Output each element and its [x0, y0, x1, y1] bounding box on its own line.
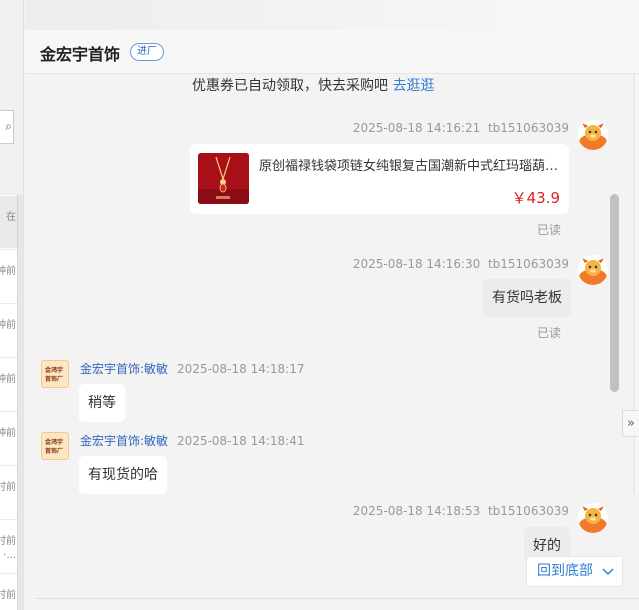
message-time: 2025-08-18 14:18:53: [352, 504, 481, 518]
conversation-list-scrollbar[interactable]: [17, 195, 23, 610]
avatar[interactable]: [578, 120, 608, 150]
message-user: tb151063039: [487, 257, 569, 271]
shop-name[interactable]: 金宏宇首饰: [40, 41, 120, 65]
shop-avatar[interactable]: 金鸿宇 首饰厂: [41, 360, 69, 388]
chevron-down-icon: [602, 557, 614, 597]
message-sender[interactable]: 金宏宇首饰:敏敏: [80, 434, 168, 448]
shop-badge[interactable]: 进厂: [130, 43, 164, 61]
avatar[interactable]: [578, 503, 608, 533]
message-time: 2025-08-18 14:16:21: [352, 121, 481, 135]
conversation-item[interactable]: 在: [0, 196, 17, 250]
message-meta: 2025-08-18 14:16:21 tb151063039: [353, 121, 569, 135]
message-sender[interactable]: 金宏宇首饰:敏敏: [80, 362, 168, 376]
shop-avatar-text: 首饰厂: [45, 448, 64, 455]
necklace-icon: [198, 153, 249, 204]
avatar[interactable]: [578, 255, 608, 285]
product-title[interactable]: 原创福禄钱袋项链女纯银复古国潮新中式红玛瑙葫芦锁...: [259, 155, 564, 174]
message-meta: 2025-08-18 14:18:53 tb151063039: [353, 504, 569, 518]
shop-avatar[interactable]: 金鸿宇 首饰厂: [41, 432, 69, 460]
chat-panel: 金宏宇首饰 进厂 优惠券已自动领取，快去采购吧 去逛逛 2025-08-18 1…: [25, 0, 639, 610]
shop-avatar-text: 金鸿宇: [45, 367, 64, 374]
message-input-area[interactable]: [25, 599, 639, 610]
message-bubble[interactable]: 有货吗老板: [483, 279, 571, 317]
conversation-preview: ·...: [3, 550, 16, 561]
back-to-bottom-button[interactable]: 回到底部: [526, 556, 623, 587]
message-user: tb151063039: [487, 504, 569, 518]
message-meta: 2025-08-18 14:16:30 tb151063039: [353, 257, 569, 271]
conversation-search-input[interactable]: ⌕: [0, 110, 14, 144]
coupon-notice-text: 优惠券已自动领取，快去采购吧: [192, 78, 393, 94]
search-icon[interactable]: ⌕: [5, 119, 12, 134]
message-time: 2025-08-18 14:18:41: [177, 434, 305, 448]
coupon-notice: 优惠券已自动领取，快去采购吧 去逛逛: [192, 75, 434, 95]
conversation-time: 钟前: [0, 266, 16, 277]
conversation-time: 在: [6, 212, 16, 223]
shop-avatar-text: 首饰厂: [45, 376, 64, 383]
message-time: 2025-08-18 14:16:30: [352, 257, 481, 271]
message-user: tb151063039: [487, 121, 569, 135]
conversation-item[interactable]: 时前: [0, 466, 17, 520]
conversation-time: 钟前: [0, 374, 16, 385]
conversation-item[interactable]: 时前: [0, 574, 17, 610]
chat-header: 金宏宇首饰 进厂: [25, 30, 639, 74]
message-meta: 金宏宇首饰:敏敏 2025-08-18 14:18:41: [80, 432, 305, 449]
back-to-bottom-label: 回到底部: [537, 563, 593, 579]
product-image[interactable]: [198, 153, 249, 204]
conversation-item[interactable]: 钟前: [0, 358, 17, 412]
conversation-time: 钟前: [0, 320, 16, 331]
message-bubble[interactable]: 稍等: [79, 384, 125, 422]
read-status: 已读: [537, 223, 562, 237]
shop-avatar-text: 金鸿宇: [45, 439, 64, 446]
product-price: ￥43.9: [511, 189, 560, 207]
message-meta: 金宏宇首饰:敏敏 2025-08-18 14:18:17: [80, 360, 305, 377]
chat-scrollbar-thumb[interactable]: [610, 194, 619, 392]
read-status: 已读: [537, 326, 562, 340]
window-top-bar: [25, 0, 639, 30]
conversation-item[interactable]: 时前 ·...: [0, 520, 17, 574]
double-chevron-right-icon[interactable]: »: [622, 410, 639, 437]
user-avatar-icon: [578, 255, 608, 285]
conversation-item[interactable]: 钟前: [0, 250, 17, 304]
conversation-time: 时前: [0, 536, 16, 547]
user-avatar-icon: [578, 120, 608, 150]
user-avatar-icon: [578, 503, 608, 533]
product-card[interactable]: 原创福禄钱袋项链女纯银复古国潮新中式红玛瑙葫芦锁... ￥43.9: [190, 144, 569, 214]
browse-link[interactable]: 去逛逛: [392, 78, 434, 94]
conversation-item[interactable]: 钟前: [0, 412, 17, 466]
message-time: 2025-08-18 14:18:17: [177, 362, 305, 376]
conversation-item[interactable]: 钟前: [0, 304, 17, 358]
message-bubble[interactable]: 有现货的哈: [79, 456, 167, 494]
conversation-time: 时前: [0, 590, 16, 601]
conversation-time: 时前: [0, 482, 16, 493]
conversation-time: 钟前: [0, 428, 16, 439]
